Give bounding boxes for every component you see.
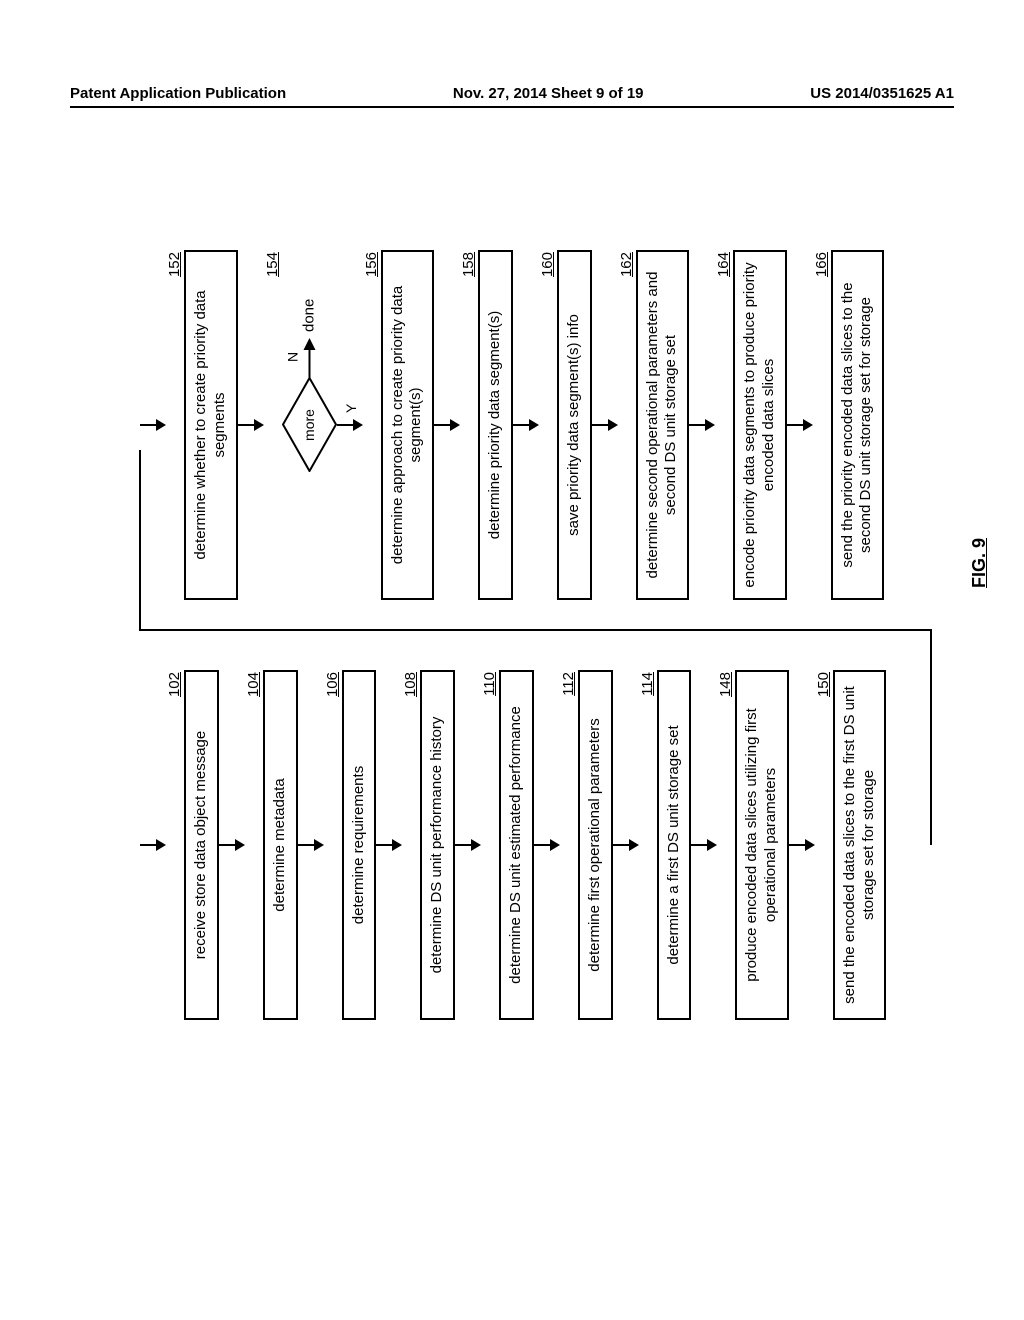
decision-no-label: N — [285, 352, 301, 362]
connector-line — [138, 415, 946, 845]
flowchart: 102receive store data object message104d… — [140, 240, 960, 1020]
step-number: 156 — [363, 252, 380, 277]
page-header: Patent Application Publication Nov. 27, … — [0, 85, 1024, 102]
header-rule — [70, 106, 954, 108]
step-number: 166 — [813, 252, 830, 277]
step-number: 158 — [460, 252, 477, 277]
decision-label: more — [301, 409, 317, 441]
step-number: 164 — [715, 252, 732, 277]
header-center: Nov. 27, 2014 Sheet 9 of 19 — [453, 85, 644, 102]
arrow-icon — [302, 338, 316, 378]
done-label: done — [301, 299, 318, 332]
header-right: US 2014/0351625 A1 — [810, 85, 954, 102]
figure-label: FIG. 9 — [969, 538, 990, 588]
step-number: 154 — [264, 252, 281, 277]
header-left: Patent Application Publication — [70, 85, 286, 102]
step-number: 152 — [166, 252, 183, 277]
step-number: 160 — [539, 252, 556, 277]
step-number: 162 — [618, 252, 635, 277]
